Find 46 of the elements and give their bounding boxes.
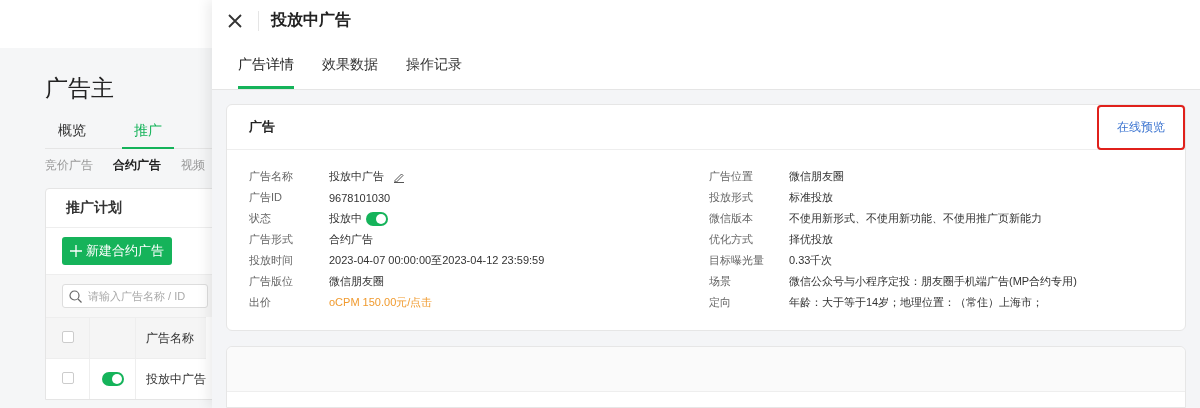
- checkbox[interactable]: [61, 330, 74, 343]
- field-label: 广告位置: [709, 169, 754, 184]
- table-cell: 投放中广告: [135, 358, 206, 399]
- search-field[interactable]: 请输入广告名称 / ID: [62, 284, 208, 308]
- toggle-switch[interactable]: [366, 211, 388, 226]
- column-header: 广告名称: [135, 317, 206, 359]
- field-label: 优化方式: [709, 232, 754, 247]
- field-value: 合约广告: [329, 232, 373, 247]
- field-value: 投放中: [329, 211, 362, 226]
- field-label: 场景: [709, 274, 732, 289]
- drawer-title: 投放中广告: [271, 10, 351, 30]
- preview-link[interactable]: 在线预览: [1097, 104, 1185, 150]
- field-value: 0.33千次: [789, 253, 833, 268]
- card-title: 广告: [249, 118, 275, 136]
- field-label: 微信版本: [709, 211, 754, 226]
- field-value: 年龄：大于等于14岁；地理位置：（常住）上海市；: [789, 295, 1044, 310]
- field-label: 广告版位: [249, 274, 294, 289]
- field-value: 不使用新形式、不使用新功能、不使用推广页新能力: [789, 211, 1042, 226]
- field-value: 微信公众号与小程序定投：朋友圈手机端广告(MP合约专用): [789, 274, 1077, 289]
- field-value: 微信朋友圈: [789, 169, 844, 184]
- field-label: 广告形式: [249, 232, 294, 247]
- field-value: oCPM 150.00元/点击: [329, 295, 433, 310]
- field-label: 目标曝光量: [709, 253, 765, 268]
- search-icon: [69, 289, 82, 303]
- plus-icon: [70, 245, 82, 257]
- field-label: 出价: [249, 295, 272, 310]
- field-value: 微信朋友圈: [329, 274, 384, 289]
- page-title: 广告主: [45, 74, 115, 103]
- field-value: 2023-04-07 00:00:00至2023-04-12 23:59:59: [329, 253, 545, 268]
- field-value: 投放中广告: [329, 169, 384, 184]
- sub-tab[interactable]: 合约广告: [113, 157, 161, 174]
- checkbox[interactable]: [61, 371, 74, 384]
- tab[interactable]: 概览: [58, 118, 86, 149]
- field-label: 状态: [249, 211, 272, 226]
- close-icon[interactable]: [228, 13, 242, 28]
- field-label: 广告名称: [249, 169, 294, 184]
- field-value: 标准投放: [789, 190, 833, 205]
- field-value: 择优投放: [789, 232, 833, 247]
- field-value: 9678101030: [329, 191, 391, 204]
- field-label: 定向: [709, 295, 732, 310]
- field-label: 投放时间: [249, 253, 294, 268]
- field-label: 投放形式: [709, 190, 754, 205]
- tab[interactable]: 操作记录: [406, 50, 462, 89]
- tab[interactable]: 效果数据: [322, 50, 378, 89]
- field-label: 广告ID: [249, 190, 283, 205]
- toggle-switch[interactable]: [101, 372, 124, 387]
